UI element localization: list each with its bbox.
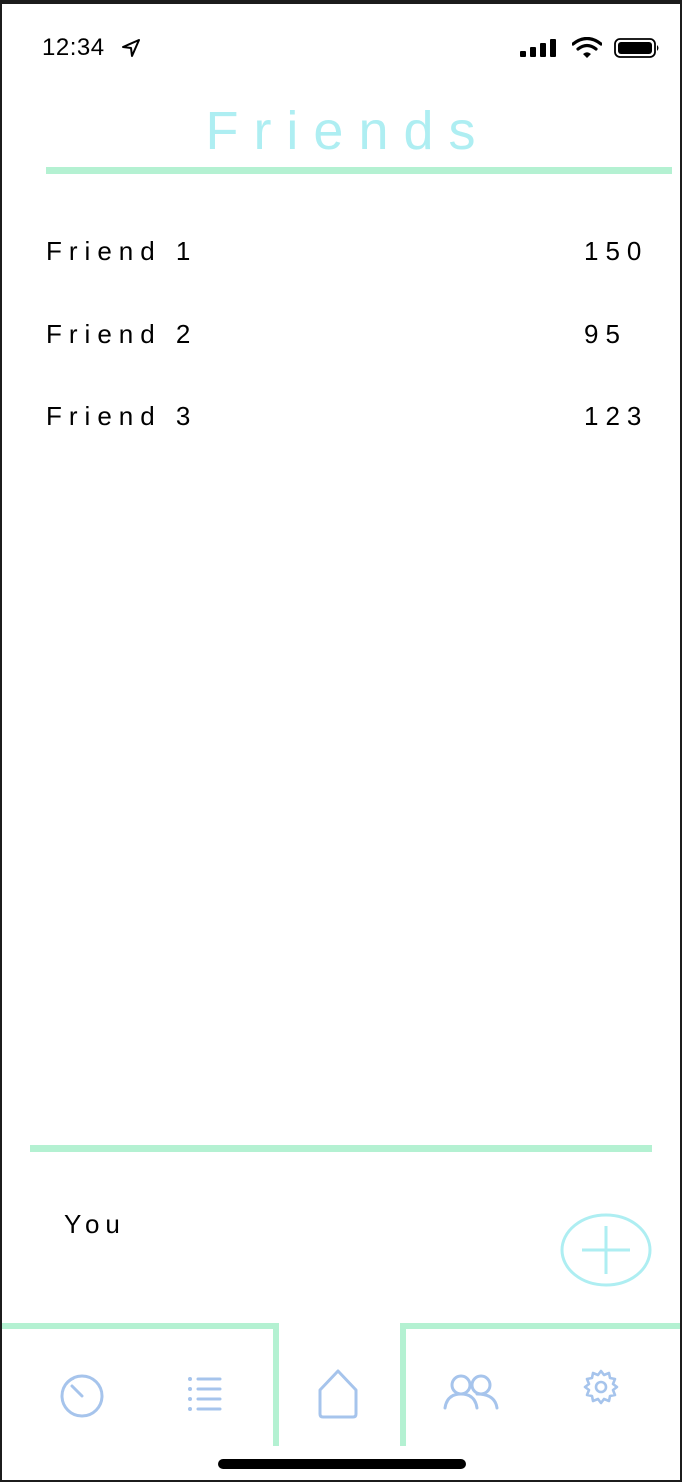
timer-icon[interactable] <box>58 1372 106 1420</box>
friend-row[interactable]: Friend 3 123 <box>46 401 652 441</box>
friend-score: 123 <box>584 401 649 431</box>
settings-icon[interactable] <box>582 1368 620 1406</box>
plus-circle-icon[interactable] <box>558 1212 654 1288</box>
battery-icon <box>614 38 659 58</box>
friend-score: 150 <box>584 236 649 266</box>
location-arrow-icon <box>122 39 140 57</box>
friend-row[interactable]: Friend 1 150 <box>46 236 652 276</box>
friend-row[interactable]: Friend 2 95 <box>46 319 652 359</box>
cellular-signal-icon <box>520 39 556 57</box>
you-divider <box>30 1145 652 1152</box>
wifi-icon <box>572 37 602 58</box>
you-label: You <box>64 1209 126 1239</box>
phone-screen: 12:34 Friends Friend 1 150 Friend 2 95 F… <box>0 0 682 1482</box>
friend-name: Friend 1 <box>46 236 198 266</box>
friend-name: Friend 3 <box>46 401 198 431</box>
list-icon[interactable] <box>186 1374 222 1414</box>
friend-score: 95 <box>584 319 627 349</box>
home-indicator[interactable] <box>218 1459 466 1469</box>
page-title: Friends <box>205 101 491 161</box>
title-divider <box>46 167 672 174</box>
friend-name: Friend 2 <box>46 319 198 349</box>
status-time: 12:34 <box>42 34 105 61</box>
home-icon[interactable] <box>316 1368 360 1420</box>
friends-icon[interactable] <box>442 1372 500 1412</box>
